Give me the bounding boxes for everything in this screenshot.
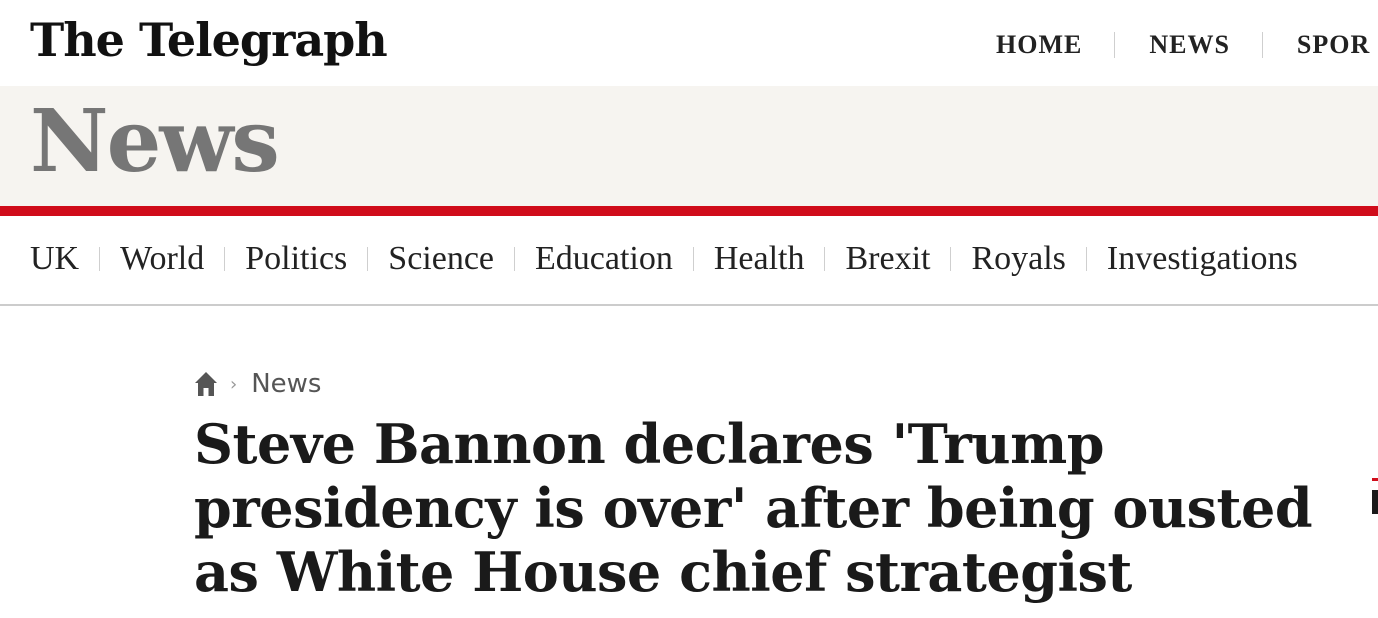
subnav-divider [99, 247, 101, 271]
home-icon[interactable] [194, 370, 218, 398]
nav-divider [1261, 32, 1263, 58]
article-headline: Steve Bannon declares 'Trump presidency … [194, 412, 1313, 604]
cropped-sidebar-accent [1372, 478, 1378, 481]
section-title[interactable]: News [30, 92, 280, 192]
subnav-divider [950, 247, 952, 271]
subnav-item-education[interactable]: Education [535, 236, 673, 282]
section-accent-rule [0, 206, 1378, 216]
subnav-divider [224, 247, 226, 271]
section-banner: News [0, 86, 1378, 206]
cropped-sidebar-text [1372, 490, 1378, 514]
nav-divider [1114, 32, 1116, 58]
subnav-item-health[interactable]: Health [714, 236, 805, 282]
top-nav: HOME NEWS SPOR [996, 30, 1370, 60]
breadcrumb: › News [194, 366, 321, 402]
subnav-divider [367, 247, 369, 271]
top-nav-home[interactable]: HOME [996, 30, 1082, 60]
subnav-divider [1085, 247, 1087, 271]
top-nav-sport[interactable]: SPOR [1297, 30, 1370, 60]
subnav-item-brexit[interactable]: Brexit [845, 236, 930, 282]
subnav-item-uk[interactable]: UK [30, 236, 79, 282]
breadcrumb-news-link[interactable]: News [251, 369, 321, 399]
top-nav-news[interactable]: NEWS [1149, 30, 1230, 60]
subnav-item-world[interactable]: World [120, 236, 204, 282]
subnav-item-royals[interactable]: Royals [971, 236, 1065, 282]
breadcrumb-chevron-icon: › [230, 373, 238, 395]
subnav-divider [514, 247, 515, 271]
subnav-item-science[interactable]: Science [388, 236, 494, 282]
section-sub-nav: UK World Politics Science Education Heal… [30, 236, 1298, 282]
subnav-divider-rule [0, 304, 1378, 306]
subnav-divider [692, 247, 694, 271]
subnav-item-politics[interactable]: Politics [245, 236, 347, 282]
masthead: The Telegraph HOME NEWS SPOR [0, 0, 1378, 86]
subnav-item-investigations[interactable]: Investigations [1107, 236, 1298, 282]
telegraph-logo[interactable]: The Telegraph [30, 8, 388, 72]
subnav-divider [824, 247, 826, 271]
